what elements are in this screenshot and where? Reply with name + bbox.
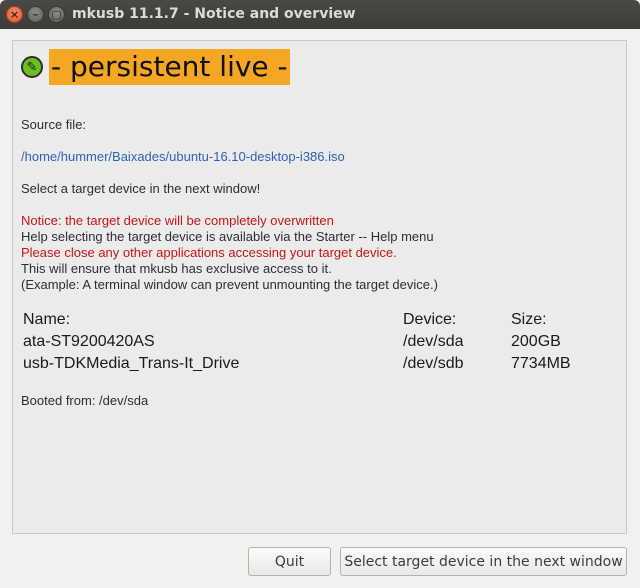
device-name: usb-TDKMedia_Trans-It_Drive xyxy=(23,355,240,372)
device-table-header: Name: Device: Size: xyxy=(23,309,611,331)
title-bar: × – ▢ mkusb 11.1.7 - Notice and overview xyxy=(0,0,640,29)
notice-panel: ✎ - persistent live - Source file: /home… xyxy=(12,40,627,534)
select-target-text: Select a target device in the next windo… xyxy=(21,181,261,196)
device-table: Name: Device: Size: ata-ST9200420AS /dev… xyxy=(23,309,611,375)
maximize-window-icon[interactable]: ▢ xyxy=(48,6,65,23)
window-title: mkusb 11.1.7 - Notice and overview xyxy=(72,6,356,22)
booted-from-text: Booted from: /dev/sda xyxy=(21,393,149,408)
mode-banner: ✎ - persistent live - xyxy=(21,49,290,85)
source-label: Source file: xyxy=(21,117,87,132)
device-path: /dev/sda xyxy=(403,333,464,350)
header-name: Name: xyxy=(23,311,71,328)
exclusive-access-text: This will ensure that mkusb has exclusiv… xyxy=(21,261,332,276)
help-info-text: Help selecting the target device is avai… xyxy=(21,229,434,244)
minimize-window-icon[interactable]: – xyxy=(27,6,44,23)
device-size: 7734MB xyxy=(511,355,571,372)
banner-text: - persistent live - xyxy=(49,49,290,85)
device-size: 200GB xyxy=(511,333,561,350)
close-apps-warning: Please close any other applications acce… xyxy=(21,245,397,260)
header-size: Size: xyxy=(511,311,547,328)
device-path: /dev/sdb xyxy=(403,355,464,372)
example-text: (Example: A terminal window can prevent … xyxy=(21,277,438,292)
close-window-icon[interactable]: × xyxy=(6,6,23,23)
header-device: Device: xyxy=(403,311,457,328)
mkusb-logo-icon: ✎ xyxy=(21,56,43,78)
table-row: usb-TDKMedia_Trans-It_Drive /dev/sdb 773… xyxy=(23,353,611,375)
table-row: ata-ST9200420AS /dev/sda 200GB xyxy=(23,331,611,353)
source-path: /home/hummer/Baixades/ubuntu-16.10-deskt… xyxy=(21,149,345,164)
quit-button[interactable]: Quit xyxy=(248,547,331,576)
select-target-button[interactable]: Select target device in the next window xyxy=(340,547,627,576)
overwrite-notice: Notice: the target device will be comple… xyxy=(21,213,334,228)
device-name: ata-ST9200420AS xyxy=(23,333,155,350)
